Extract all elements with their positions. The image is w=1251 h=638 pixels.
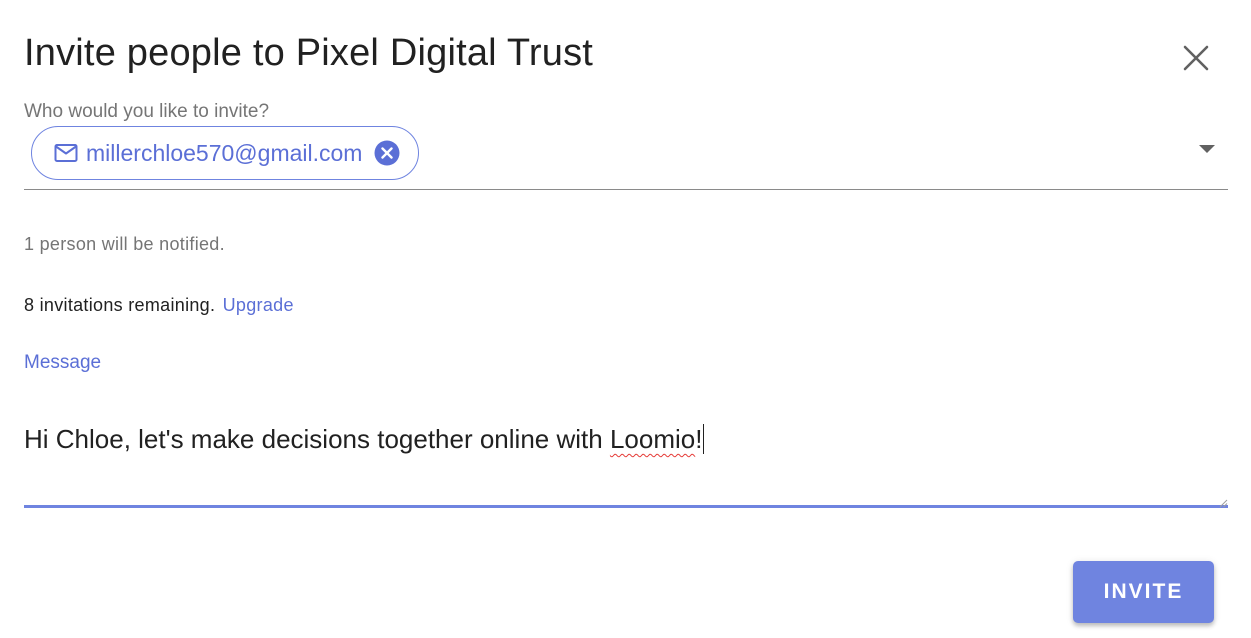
message-text: Hi Chloe, let's make decisions together … (24, 422, 705, 456)
invitations-remaining-text: 8 invitations remaining. (24, 295, 216, 315)
dialog-title: Invite people to Pixel Digital Trust (24, 32, 594, 74)
notified-count-text: 1 person will be notified. (24, 234, 225, 254)
text-caret (703, 424, 705, 454)
recipient-chip[interactable]: millerchloe570@gmail.com (31, 126, 420, 180)
misspelled-word: Loomio (609, 424, 696, 454)
dropdown-arrow-icon[interactable] (1198, 142, 1216, 154)
invite-button[interactable]: INVITE (1073, 561, 1214, 623)
close-button[interactable] (1178, 42, 1214, 78)
message-text-end: ! (695, 424, 703, 454)
cancel-circle-icon[interactable] (374, 140, 400, 166)
upgrade-link[interactable]: Upgrade (223, 295, 294, 315)
recipients-label: Who would you like to invite? (24, 101, 270, 122)
invitations-remaining-line: 8 invitations remaining. Upgrade (24, 294, 294, 316)
resize-handle-icon[interactable] (1218, 495, 1228, 508)
recipient-email: millerchloe570@gmail.com (86, 140, 363, 166)
message-label: Message (24, 352, 102, 373)
invite-dialog: Invite people to Pixel Digital Trust Who… (0, 0, 1251, 638)
message-textarea[interactable]: Hi Chloe, let's make decisions together … (24, 400, 1228, 508)
close-icon (1183, 45, 1209, 76)
mail-icon (54, 143, 78, 163)
recipients-input[interactable]: millerchloe570@gmail.com (24, 124, 1228, 190)
message-text-start: Hi Chloe, let's make decisions together … (24, 424, 610, 454)
